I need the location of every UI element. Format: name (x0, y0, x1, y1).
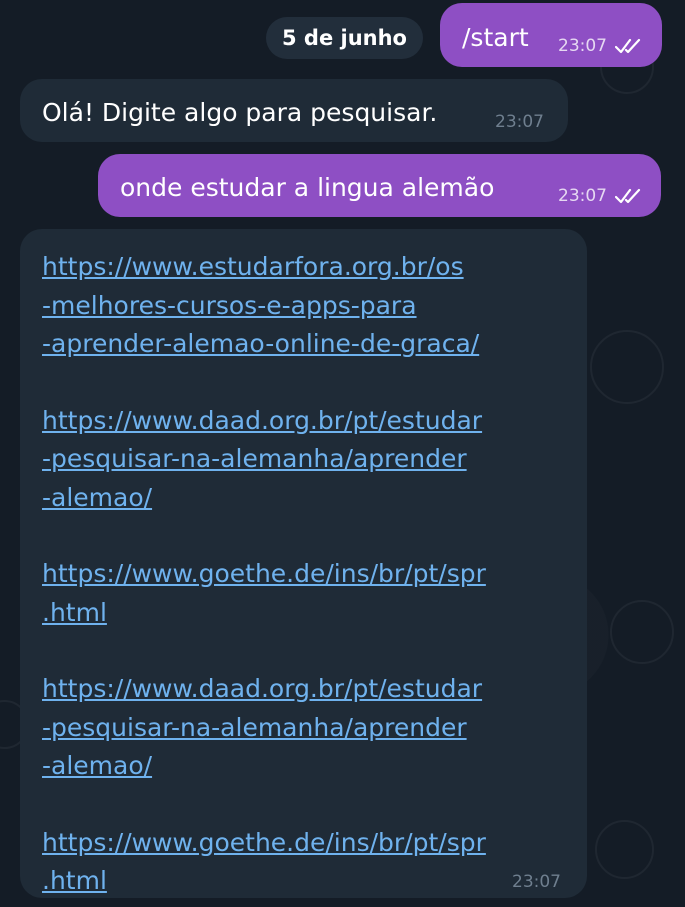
link-goethe[interactable]: https://www.goethe.de/ins/br/pt/spr .htm… (42, 555, 486, 632)
wallpaper-doodle (590, 330, 664, 404)
message-bubble-outgoing[interactable]: onde estudar a lingua alemão 23:07 (98, 154, 661, 217)
double-check-icon (615, 38, 641, 54)
message-text: /start (462, 23, 529, 52)
link-text-line[interactable]: https://www.estudarfora.org.br/os (42, 248, 486, 287)
message-text: Olá! Digite algo para pesquisar. (42, 98, 438, 127)
date-separator: 5 de junho (266, 17, 423, 59)
message-bubble-incoming[interactable]: Olá! Digite algo para pesquisar. 23:07 (20, 79, 568, 142)
message-time: 23:07 (558, 36, 607, 56)
link-text-line[interactable]: -aprender-alemao-online-de-graca/ (42, 325, 486, 364)
link-text-line[interactable]: https://www.goethe.de/ins/br/pt/spr (42, 824, 486, 863)
message-bubble-incoming[interactable]: https://www.estudarfora.org.br/os -melho… (20, 229, 587, 898)
message-time: 23:07 (512, 872, 561, 892)
link-estudarfora[interactable]: https://www.estudarfora.org.br/os -melho… (42, 248, 486, 364)
wallpaper-doodle (610, 600, 674, 664)
message-time: 23:07 (495, 112, 544, 132)
link-text-line[interactable]: https://www.daad.org.br/pt/estudar (42, 402, 486, 441)
link-text-line[interactable]: -alemao/ (42, 479, 486, 518)
link-goethe[interactable]: https://www.goethe.de/ins/br/pt/spr .htm… (42, 824, 486, 901)
link-daad[interactable]: https://www.daad.org.br/pt/estudar -pesq… (42, 670, 486, 786)
message-bubble-outgoing[interactable]: /start 23:07 (440, 3, 662, 67)
link-text-line[interactable]: https://www.goethe.de/ins/br/pt/spr (42, 555, 486, 594)
link-text-line[interactable]: -pesquisar-na-alemanha/aprender (42, 709, 486, 748)
wallpaper-doodle (595, 820, 654, 879)
link-text-line[interactable]: -pesquisar-na-alemanha/aprender (42, 440, 486, 479)
link-list: https://www.estudarfora.org.br/os -melho… (42, 248, 486, 901)
message-time: 23:07 (558, 186, 607, 206)
link-daad[interactable]: https://www.daad.org.br/pt/estudar -pesq… (42, 402, 486, 518)
link-text-line[interactable]: .html (42, 594, 486, 633)
link-text-line[interactable]: .html (42, 862, 486, 901)
link-text-line[interactable]: https://www.daad.org.br/pt/estudar (42, 670, 486, 709)
message-text: onde estudar a lingua alemão (120, 173, 495, 202)
link-text-line[interactable]: -alemao/ (42, 747, 486, 786)
link-text-line[interactable]: -melhores-cursos-e-apps-para (42, 287, 486, 326)
double-check-icon (615, 188, 641, 204)
